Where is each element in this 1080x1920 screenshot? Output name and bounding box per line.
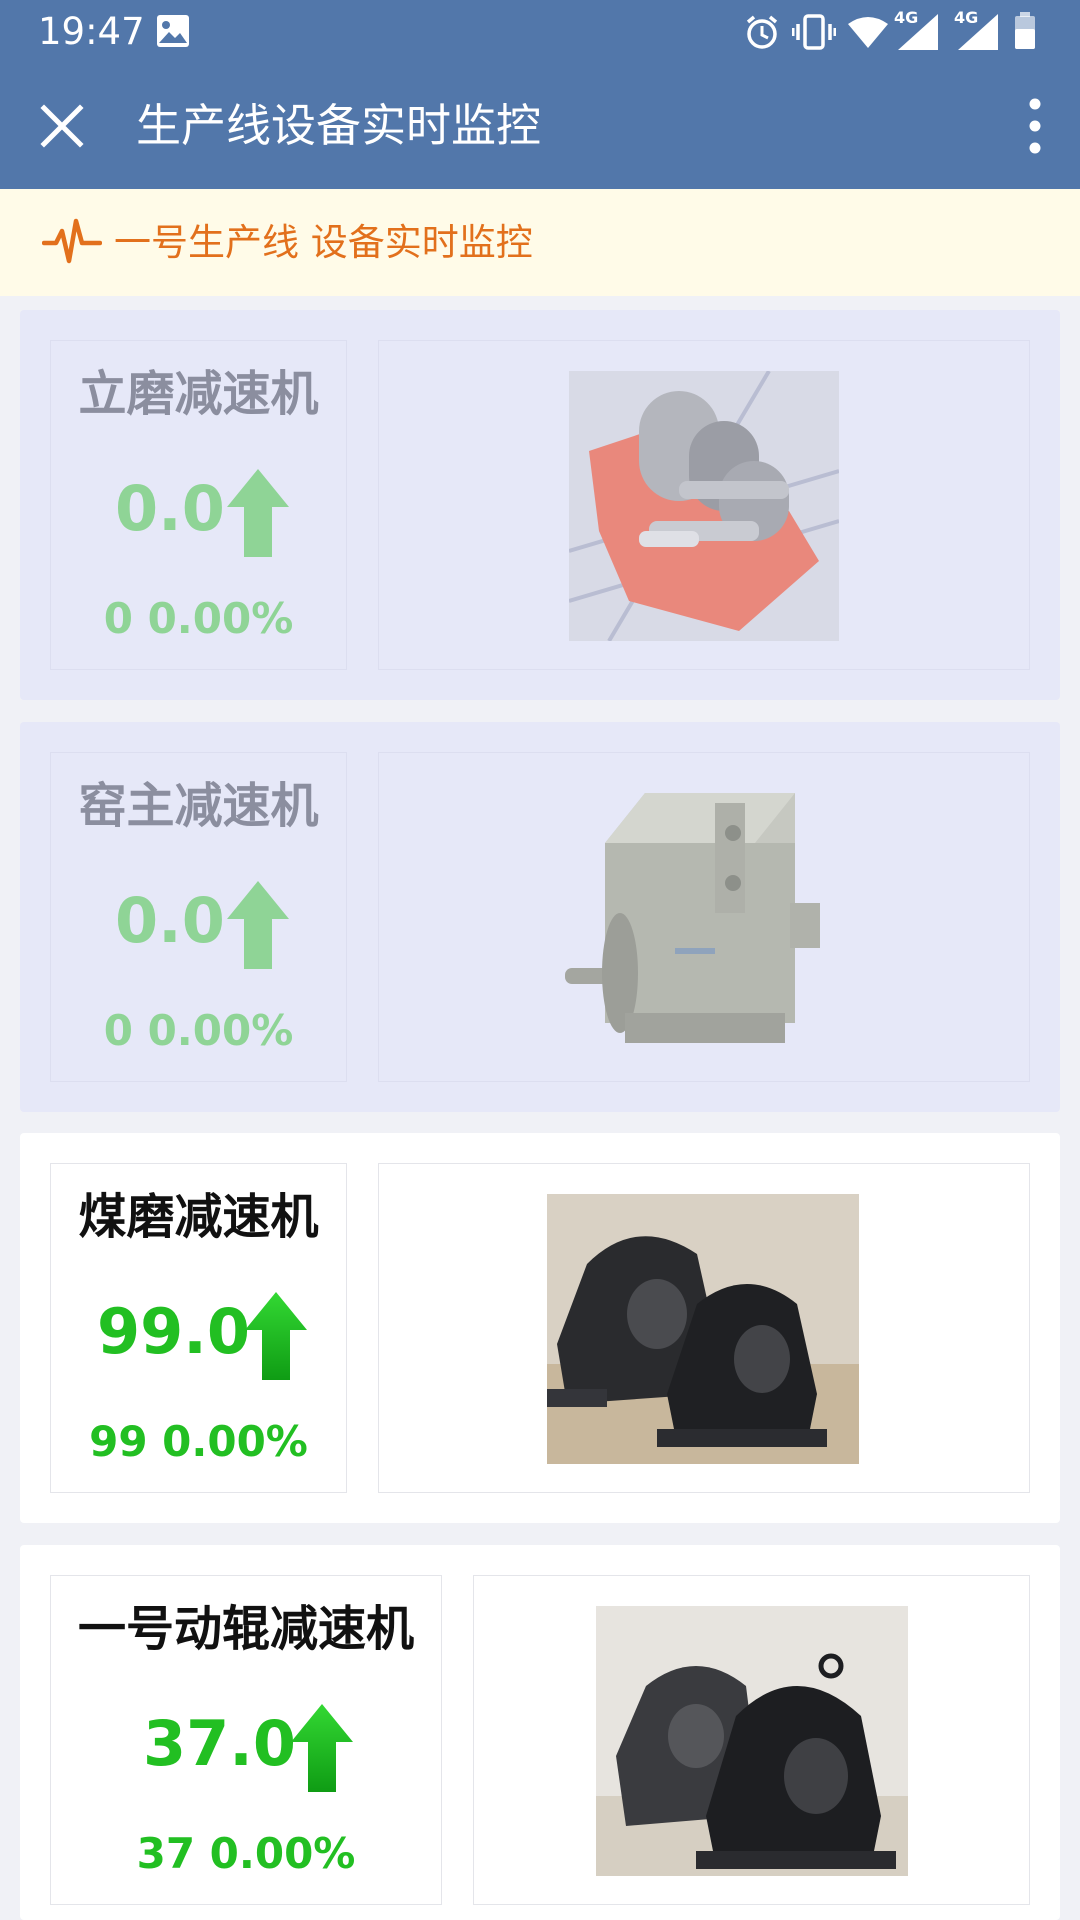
arrow-up-icon (227, 469, 289, 557)
device-info: 一号动辊减速机 37.0 37 0.00% (50, 1575, 442, 1905)
more-options-button[interactable] (1020, 96, 1050, 156)
page-title: 生产线设备实时监控 (136, 99, 542, 152)
signal-icon: 4G (894, 8, 938, 50)
device-count: 99 (89, 1417, 148, 1466)
network-label: 4G (954, 8, 979, 27)
wifi-icon (848, 16, 888, 52)
status-time: 19:47 (38, 10, 145, 53)
device-percent: 0.00% (147, 1006, 294, 1055)
notice-text: 一号生产线 设备实时监控 (114, 221, 533, 264)
device-percent: 0.00% (147, 594, 294, 643)
bearing-housing-photo (596, 1606, 908, 1876)
vibrate-icon (791, 14, 837, 54)
pulse-icon (41, 217, 103, 271)
device-card[interactable]: 立磨减速机 0.0 0 0.00% (20, 310, 1060, 700)
device-card[interactable]: 煤磨减速机 99.0 99 0.00% (20, 1133, 1060, 1523)
device-image-box (473, 1575, 1030, 1905)
close-button[interactable] (38, 102, 86, 150)
device-card[interactable]: 窑主减速机 0.0 0 0.00% (20, 722, 1060, 1112)
close-icon (40, 104, 84, 148)
device-name: 窑主减速机 (78, 778, 319, 834)
status-bar: 19:47 4G 4G (0, 0, 1080, 62)
arrow-up-icon (245, 1292, 307, 1380)
device-image-box (378, 752, 1030, 1082)
device-info: 窑主减速机 0.0 0 0.00% (50, 752, 347, 1082)
gear-reducer-photo (569, 371, 839, 641)
device-info: 煤磨减速机 99.0 99 0.00% (50, 1163, 347, 1493)
signal-icon: 4G (954, 8, 998, 50)
device-image-box (378, 1163, 1030, 1493)
device-image-box (378, 340, 1030, 670)
device-info: 立磨减速机 0.0 0 0.00% (50, 340, 347, 670)
arrow-up-icon (227, 881, 289, 969)
device-name: 立磨减速机 (78, 366, 319, 422)
alarm-icon (744, 14, 780, 54)
more-vertical-icon (1029, 98, 1041, 154)
device-name: 煤磨减速机 (78, 1189, 319, 1245)
arrow-up-icon (291, 1704, 353, 1792)
network-label: 4G (894, 8, 919, 27)
device-value: 0.0 (115, 472, 225, 545)
device-count: 0 (103, 1006, 133, 1055)
notice-banner: 一号生产线 设备实时监控 (0, 189, 1080, 296)
battery-icon (1014, 12, 1036, 54)
device-value: 99.0 (97, 1295, 250, 1368)
device-count: 37 (136, 1829, 196, 1878)
device-percent: 0.00% (162, 1417, 308, 1466)
device-value: 37.0 (143, 1707, 296, 1780)
device-name: 一号动辊减速机 (77, 1601, 414, 1657)
device-count: 0 (103, 594, 133, 643)
device-percent: 0.00% (209, 1829, 356, 1878)
status-icons: 4G 4G (744, 8, 1044, 54)
bearing-housing-photo (547, 1194, 859, 1464)
image-icon (156, 14, 190, 52)
device-value: 0.0 (115, 884, 225, 957)
device-card[interactable]: 一号动辊减速机 37.0 37 0.00% (20, 1545, 1060, 1920)
app-bar: 生产线设备实时监控 (0, 62, 1080, 189)
motor-photo (565, 793, 820, 1043)
